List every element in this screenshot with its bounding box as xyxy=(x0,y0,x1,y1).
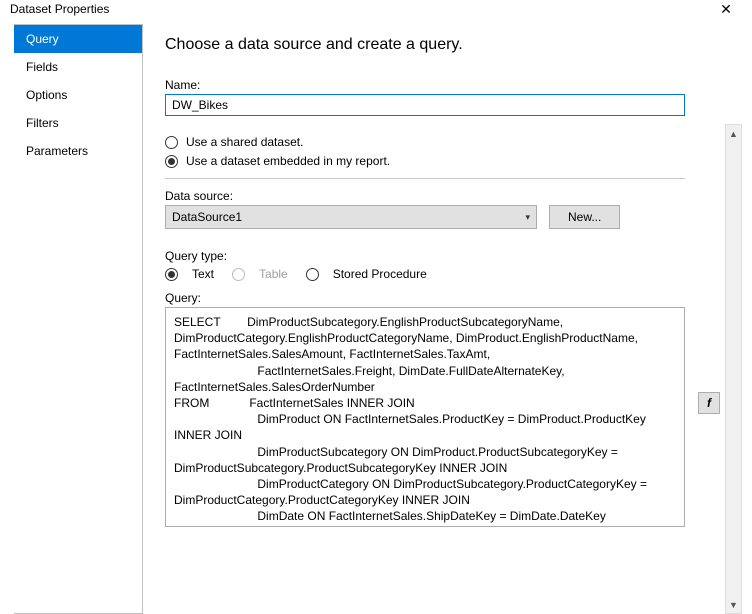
radio-icon xyxy=(165,155,178,168)
dataset-mode-shared[interactable]: Use a shared dataset. xyxy=(165,135,685,149)
radio-label: Table xyxy=(259,267,288,281)
query-type-stored-procedure[interactable]: Stored Procedure xyxy=(306,267,427,281)
query-type-table: Table xyxy=(232,267,288,281)
sidebar-item-label: Fields xyxy=(26,60,58,74)
radio-label: Use a shared dataset. xyxy=(186,135,303,149)
sidebar: Query Fields Options Filters Parameters xyxy=(14,24,143,614)
expression-button[interactable]: f xyxy=(698,392,720,414)
radio-icon xyxy=(306,268,319,281)
name-label: Name: xyxy=(165,78,685,92)
vertical-scrollbar[interactable]: ▲ ▼ xyxy=(725,124,742,614)
sidebar-item-label: Parameters xyxy=(26,144,88,158)
radio-icon xyxy=(165,268,178,281)
sidebar-item-label: Query xyxy=(26,32,59,46)
radio-label: Use a dataset embedded in my report. xyxy=(186,154,390,168)
radio-icon xyxy=(165,136,178,149)
dialog-body: Query Fields Options Filters Parameters … xyxy=(0,18,752,614)
radio-label: Text xyxy=(192,267,214,281)
query-type-label: Query type: xyxy=(165,249,685,263)
titlebar: Dataset Properties ✕ xyxy=(0,0,752,18)
titlebar-title: Dataset Properties xyxy=(6,2,706,16)
close-icon[interactable]: ✕ xyxy=(706,1,746,18)
datasource-value: DataSource1 xyxy=(172,210,242,224)
datasource-select[interactable]: DataSource1 ▾ xyxy=(165,205,537,229)
sidebar-item-label: Options xyxy=(26,88,67,102)
main-panel: Choose a data source and create a query.… xyxy=(143,18,752,614)
query-label: Query: xyxy=(165,291,685,305)
scroll-down-icon[interactable]: ▼ xyxy=(726,596,741,613)
query-type-text[interactable]: Text xyxy=(165,267,214,281)
page-heading: Choose a data source and create a query. xyxy=(165,36,685,54)
radio-label: Stored Procedure xyxy=(333,267,427,281)
dialog-window: Dataset Properties ✕ Query Fields Option… xyxy=(0,0,752,614)
sidebar-item-query[interactable]: Query xyxy=(14,25,142,53)
name-input[interactable] xyxy=(165,94,685,116)
fx-column: f xyxy=(697,36,721,614)
query-textarea[interactable]: SELECT DimProductSubcategory.EnglishProd… xyxy=(165,307,685,527)
chevron-down-icon: ▾ xyxy=(525,212,530,223)
query-type-group: Text Table Stored Procedure xyxy=(165,267,685,281)
divider xyxy=(165,178,685,179)
sidebar-item-filters[interactable]: Filters xyxy=(14,109,142,137)
radio-icon xyxy=(232,268,245,281)
datasource-label: Data source: xyxy=(165,189,685,203)
new-datasource-button[interactable]: New... xyxy=(549,205,620,229)
sidebar-item-parameters[interactable]: Parameters xyxy=(14,137,142,165)
scroll-up-icon[interactable]: ▲ xyxy=(726,125,741,142)
sidebar-item-options[interactable]: Options xyxy=(14,81,142,109)
button-label: New... xyxy=(568,210,601,224)
main-content: Choose a data source and create a query.… xyxy=(165,36,697,614)
sidebar-item-label: Filters xyxy=(26,116,59,130)
fx-icon: f xyxy=(707,396,711,410)
sidebar-item-fields[interactable]: Fields xyxy=(14,53,142,81)
dataset-mode-embedded[interactable]: Use a dataset embedded in my report. xyxy=(165,154,685,168)
